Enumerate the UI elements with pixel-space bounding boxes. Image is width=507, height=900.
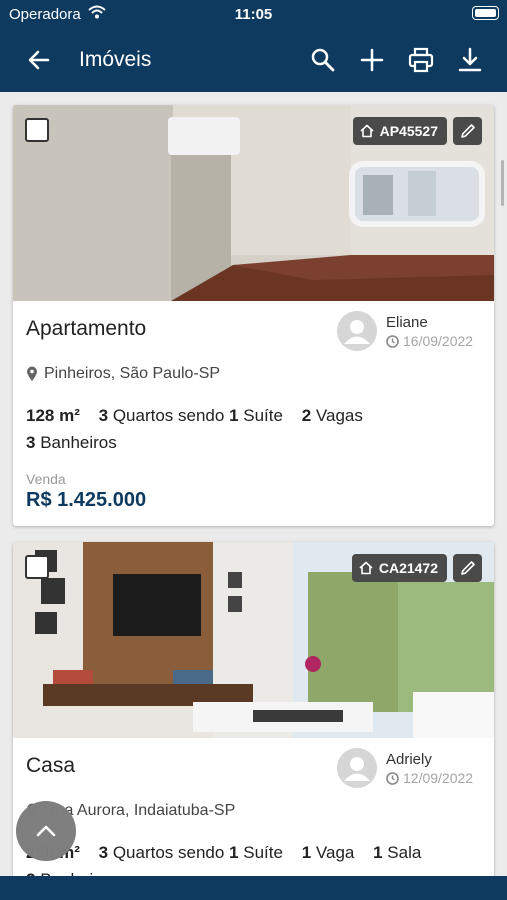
pencil-icon[interactable]: [453, 554, 482, 582]
map-pin-icon: [27, 366, 37, 381]
feature-bedrooms: 3 Quartos sendo 1 Suíte: [98, 843, 283, 862]
bottom-bar: [0, 876, 507, 900]
agent-avatar: [337, 311, 377, 351]
listing-code: AP45527: [379, 123, 438, 139]
feature-area: 128 m²: [26, 406, 80, 425]
page-title: Imóveis: [79, 48, 152, 71]
clock-icon: [386, 771, 399, 785]
pencil-icon[interactable]: [453, 117, 482, 145]
listing-card[interactable]: CA21472 Casa Adriely 12/09/2022 Rua Auro…: [13, 542, 494, 900]
plus-icon[interactable]: [358, 46, 386, 74]
agent-name: Eliane: [386, 314, 428, 331]
property-type: Apartamento: [26, 317, 147, 340]
feature-parking: 1 Vaga: [301, 843, 355, 862]
search-icon[interactable]: [309, 46, 337, 74]
listing-date: 12/09/2022: [386, 770, 473, 786]
listing-code-badge: CA21472: [351, 554, 447, 582]
back-arrow-icon[interactable]: [26, 47, 52, 73]
battery-icon: [472, 6, 499, 20]
listing-date: 16/09/2022: [386, 333, 473, 349]
feature-bedrooms: 3 Quartos sendo 1 Suíte: [98, 406, 283, 425]
property-type: Casa: [26, 754, 76, 777]
listing-card[interactable]: AP45527 Apartamento Eliane 16/09/2022 Pi…: [13, 105, 494, 526]
feature-living-rooms: 1 Sala: [373, 843, 422, 862]
select-checkbox[interactable]: [25, 555, 49, 579]
clock-icon: [386, 334, 399, 348]
scroll-indicator[interactable]: [501, 160, 504, 206]
select-checkbox[interactable]: [25, 118, 49, 142]
business-type: Venda: [26, 471, 66, 487]
agent-avatar: [337, 748, 377, 788]
home-icon: [360, 124, 374, 138]
download-icon[interactable]: [456, 46, 484, 74]
listing-location: Pinheiros, São Paulo-SP: [26, 365, 220, 383]
scroll-to-top-button[interactable]: [16, 801, 76, 861]
home-icon: [359, 561, 373, 575]
feature-bathrooms: 3 Banheiros: [26, 433, 117, 452]
listing-price: R$ 1.425.000: [26, 489, 147, 511]
listing-features: 128 m² 3 Quartos sendo 1 Suíte 2 Vagas 3…: [26, 402, 486, 456]
listing-code-badge: AP45527: [352, 117, 447, 145]
app-bar: Imóveis: [0, 28, 507, 92]
agent-name: Adriely: [386, 751, 432, 768]
listing-code: CA21472: [378, 560, 438, 576]
clock: 11:05: [234, 6, 273, 23]
status-bar: Operadora 11:05: [0, 0, 507, 28]
printer-icon[interactable]: [407, 46, 435, 74]
feature-parking: 2 Vagas: [301, 406, 363, 425]
